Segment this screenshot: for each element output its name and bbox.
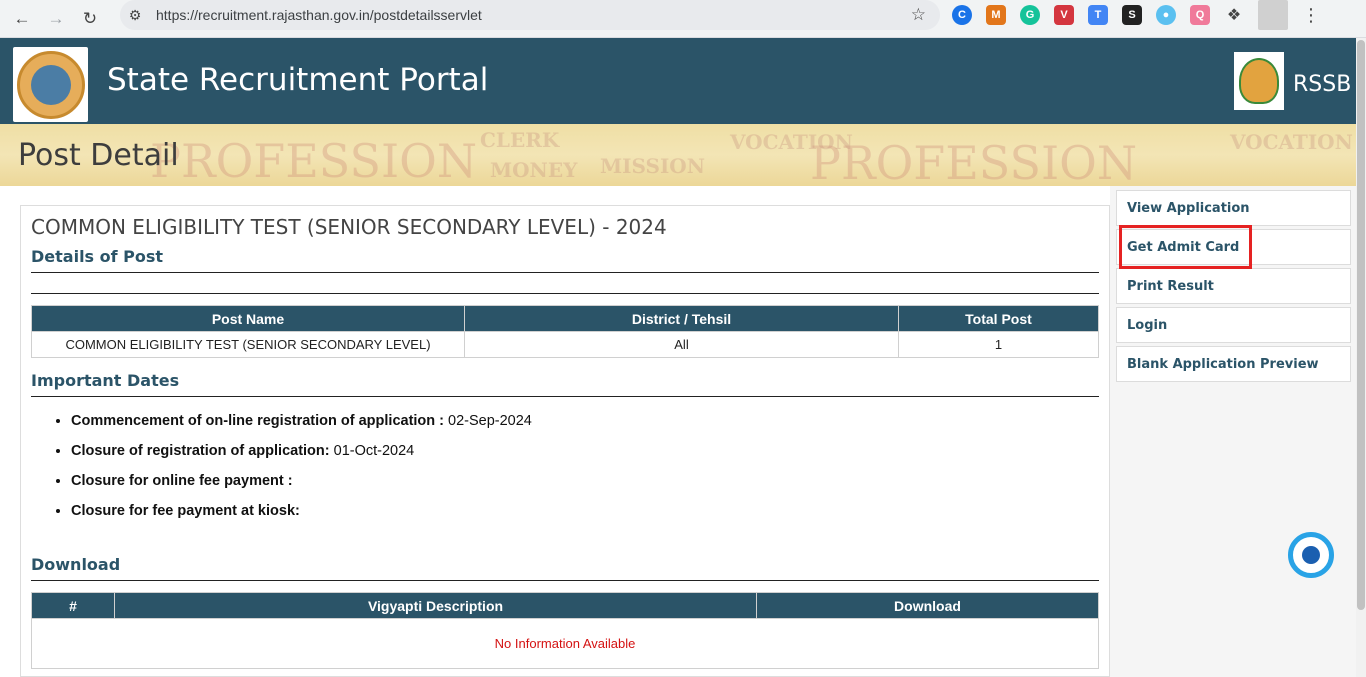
important-dates-title: Important Dates (31, 371, 180, 390)
portal-title: State Recruitment Portal (107, 62, 489, 98)
column-header-description: Vigyapti Description (114, 592, 757, 619)
extension-c-icon[interactable]: C (952, 5, 972, 25)
view-application-button[interactable]: View Application (1116, 190, 1351, 226)
list-item: Closure for fee payment at kiosk: (71, 501, 532, 531)
divider (31, 272, 1099, 273)
table-row: COMMON ELIGIBILITY TEST (SENIOR SECONDAR… (31, 331, 1099, 358)
reload-icon[interactable]: ↻ (78, 7, 102, 31)
divider (31, 396, 1099, 397)
list-item: Commencement of on-line registration of … (71, 411, 532, 441)
print-result-button[interactable]: Print Result (1116, 268, 1351, 304)
rssb-label: RSSB (1293, 72, 1352, 97)
post-details-table: Post Name District / Tehsil Total Post C… (31, 305, 1099, 358)
translate-icon[interactable]: T (1088, 5, 1108, 25)
download-title: Download (31, 555, 121, 574)
bookmark-star-icon[interactable]: ☆ (911, 5, 926, 25)
back-icon[interactable]: ← (10, 7, 34, 31)
column-header-number: # (31, 592, 115, 619)
page-title: Post Detail (18, 138, 179, 173)
url-text[interactable]: https://recruitment.rajasthan.gov.in/pos… (156, 7, 482, 23)
forward-icon[interactable]: → (44, 7, 68, 31)
extension-pink-icon[interactable]: Q (1190, 5, 1210, 25)
important-dates-list: Commencement of on-line registration of … (71, 411, 532, 531)
banner-decor: MISSION (600, 154, 705, 178)
total-post-cell: 1 (898, 331, 1099, 358)
address-bar[interactable]: ⚙ https://recruitment.rajasthan.gov.in/p… (120, 0, 940, 30)
district-cell: All (464, 331, 899, 358)
blank-application-preview-button[interactable]: Blank Application Preview (1116, 346, 1351, 382)
post-heading: COMMON ELIGIBILITY TEST (SENIOR SECONDAR… (31, 215, 667, 239)
banner-decor: VOCATION (730, 130, 853, 154)
column-header-total-post: Total Post (898, 305, 1099, 332)
profile-avatar[interactable] (1258, 0, 1288, 30)
rssb-emblem (1234, 52, 1284, 110)
page-banner: PROFESSION PROFESSION CLERK MISSION VOCA… (0, 124, 1366, 186)
banner-decor: VOCATION (1230, 130, 1353, 154)
banner-decor: PROFESSION (810, 136, 1138, 186)
highlight-box (1119, 225, 1252, 269)
portal-logo (13, 47, 88, 122)
details-of-post-title: Details of Post (31, 247, 164, 266)
extensions-area: C M G V T S ● Q ❖ ⋮ (952, 0, 1320, 30)
site-header: State Recruitment Portal RSSB (0, 38, 1366, 124)
banner-decor: PROFESSION (150, 134, 478, 186)
grammarly-icon[interactable]: G (1020, 5, 1040, 25)
banner-decor: CLERK (480, 128, 560, 152)
post-name-cell: COMMON ELIGIBILITY TEST (SENIOR SECONDAR… (31, 331, 465, 358)
pocket-icon[interactable]: V (1054, 5, 1074, 25)
list-item: Closure for online fee payment : (71, 471, 532, 501)
chat-widget-icon[interactable] (1288, 532, 1334, 578)
extensions-puzzle-icon[interactable]: ❖ (1224, 5, 1244, 25)
list-item: Closure of registration of application: … (71, 441, 532, 471)
download-table: # Vigyapti Description Download No Infor… (31, 592, 1099, 669)
metamask-icon[interactable]: M (986, 5, 1006, 25)
scrollbar-thumb[interactable] (1357, 40, 1365, 610)
divider (31, 293, 1099, 294)
column-header-district: District / Tehsil (464, 305, 899, 332)
banner-decor: MONEY (490, 158, 578, 182)
site-info-icon[interactable]: ⚙ (120, 0, 150, 30)
login-button[interactable]: Login (1116, 307, 1351, 343)
table-row: No Information Available (31, 618, 1099, 669)
divider (31, 580, 1099, 581)
menu-kebab-icon[interactable]: ⋮ (1302, 5, 1320, 26)
column-header-post-name: Post Name (31, 305, 465, 332)
extension-blue-icon[interactable]: ● (1156, 5, 1176, 25)
column-header-download: Download (756, 592, 1099, 619)
extension-s-icon[interactable]: S (1122, 5, 1142, 25)
no-info-message: No Information Available (31, 618, 1099, 669)
